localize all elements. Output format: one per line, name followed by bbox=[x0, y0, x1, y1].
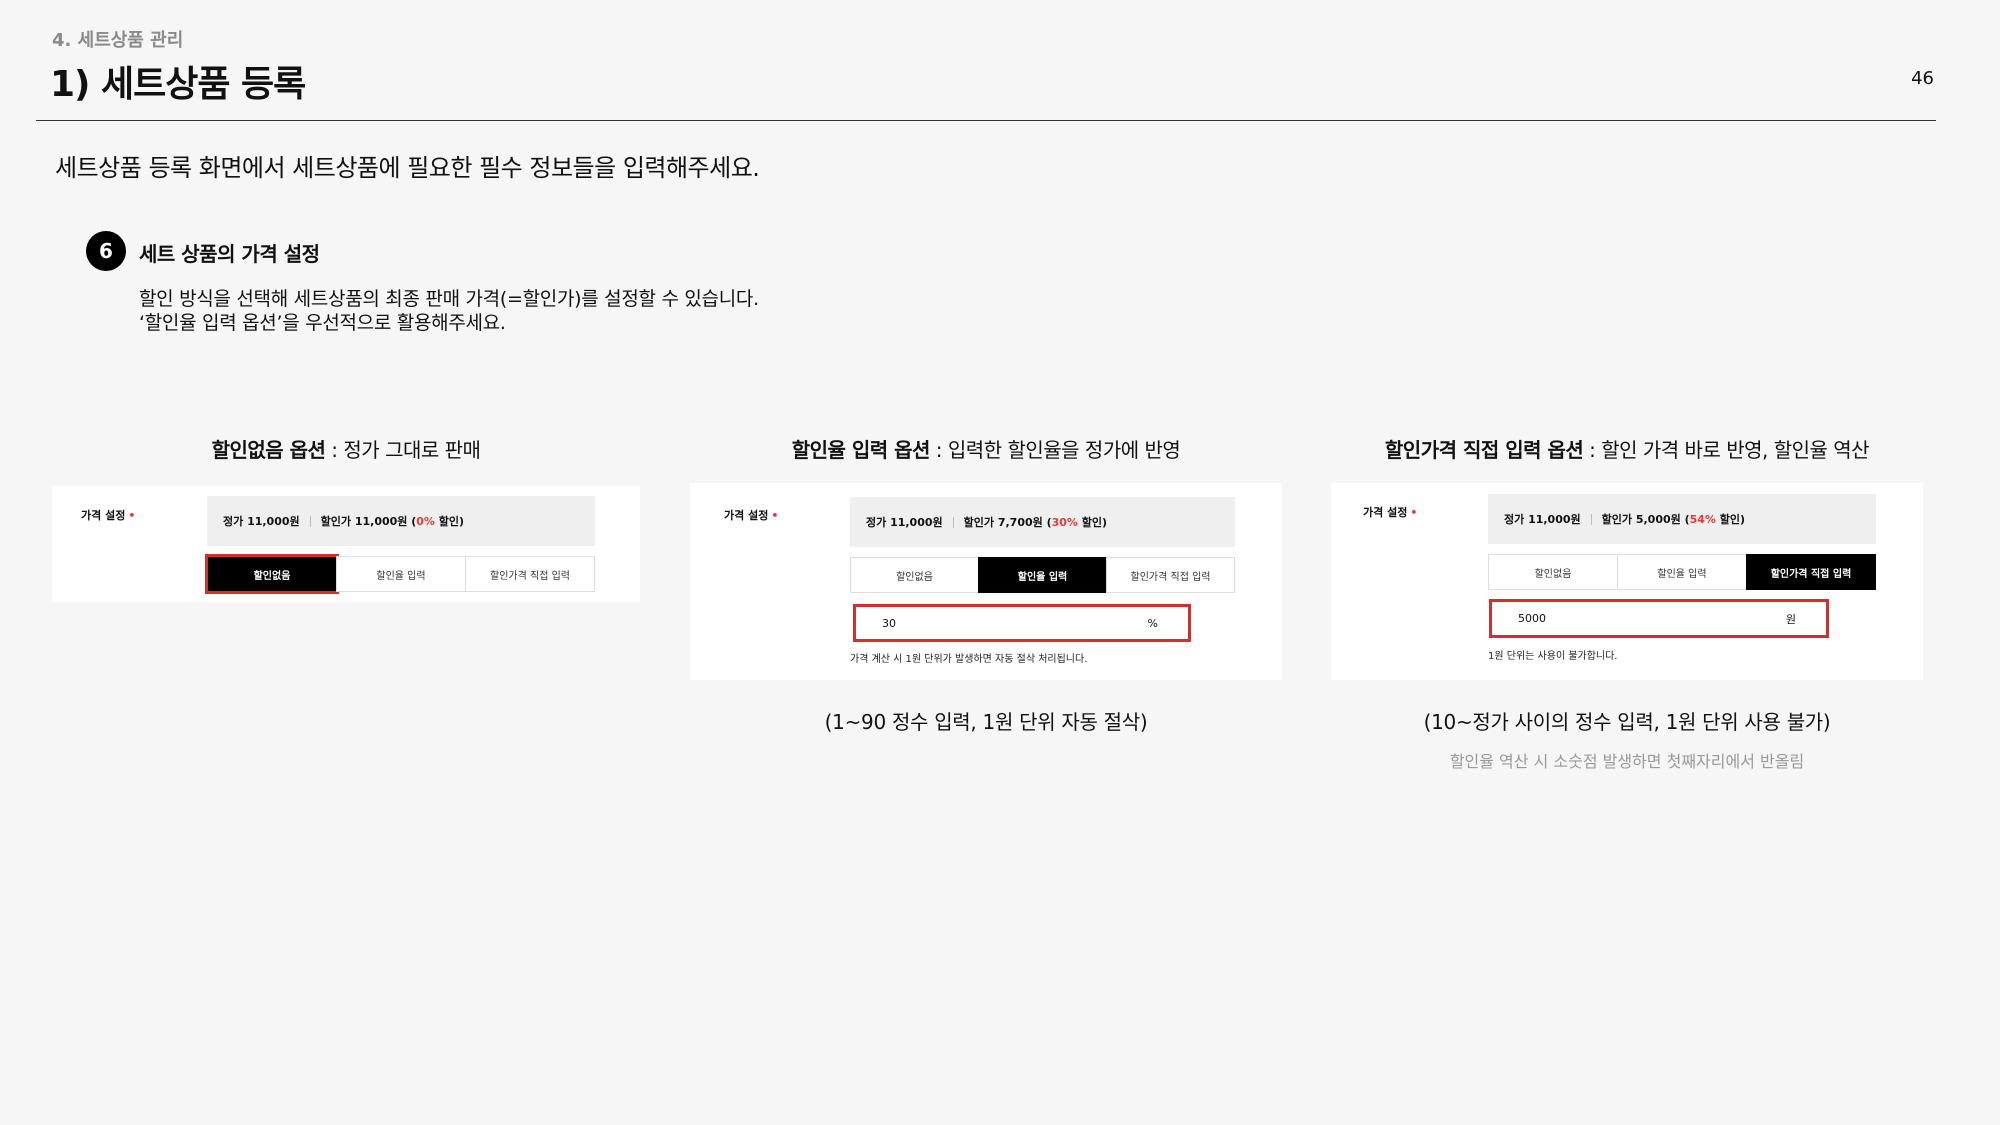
tab-discount-rate[interactable]: 할인율 입력 bbox=[336, 556, 466, 592]
sale-price-input[interactable]: 5000 원 bbox=[1489, 599, 1829, 638]
price-setting-panel: 가격 설정 • 정가 11,000원 할인가 11,000원 (0% 할인) 할인… bbox=[52, 486, 640, 602]
option-heading-no-discount: 할인없음 옵션 : 정가 그대로 판매 bbox=[52, 434, 640, 463]
tab-discount-rate[interactable]: 할인율 입력 bbox=[978, 557, 1107, 593]
price-summary: 정가 11,000원 할인가 7,700원 (30% 할인) bbox=[850, 497, 1235, 547]
input-value: 5000 bbox=[1518, 612, 1546, 625]
option-caption: (1~90 정수 입력, 1원 단위 자동 절삭) bbox=[824, 710, 1148, 734]
tab-direct-price[interactable]: 할인가격 직접 입력 bbox=[465, 556, 595, 592]
input-hint: 1원 단위는 사용이 불가합니다. bbox=[1488, 651, 1618, 662]
option-heading-desc: : 입력한 할인율을 정가에 반영 bbox=[929, 438, 1181, 462]
intro-text: 세트상품 등록 화면에서 세트상품에 필요한 필수 정보들을 입력해주세요. bbox=[55, 154, 760, 182]
input-hint: 가격 계산 시 1원 단위가 발생하면 자동 절삭 처리됩니다. bbox=[850, 654, 1088, 665]
section-label: 4. 세트상품 관리 bbox=[52, 30, 184, 51]
page-title: 1) 세트상품 등록 bbox=[50, 64, 306, 105]
tab-discount-rate[interactable]: 할인율 입력 bbox=[1617, 554, 1747, 590]
price-setting-label: 가격 설정 • bbox=[724, 507, 778, 523]
price-setting-panel: 가격 설정 • 정가 11,000원 할인가 7,700원 (30% 할인) 할인… bbox=[690, 483, 1282, 680]
page-number: 46 bbox=[1911, 68, 1934, 89]
option-heading-direct-price: 할인가격 직접 입력 옵션 : 할인 가격 바로 반영, 할인율 역산 bbox=[1331, 434, 1923, 463]
step-description-line: ‘할인율 입력 옵션’을 우선적으로 활용해주세요. bbox=[139, 312, 506, 334]
discount-percent: 30% bbox=[1051, 516, 1078, 529]
list-price: 정가 11,000원 bbox=[223, 515, 300, 528]
list-price: 정가 11,000원 bbox=[866, 516, 943, 529]
sale-price: 할인가 5,000원 (54% 할인) bbox=[1601, 513, 1746, 526]
price-setting-label: 가격 설정 • bbox=[1363, 504, 1417, 520]
field-label-text: 가격 설정 bbox=[1363, 506, 1408, 519]
sale-price: 할인가 11,000원 (0% 할인) bbox=[320, 515, 465, 528]
option-caption: (10~정가 사이의 정수 입력, 1원 단위 사용 불가) bbox=[1423, 710, 1831, 734]
input-value: 30 bbox=[882, 616, 896, 630]
price-setting-label: 가격 설정 • bbox=[81, 507, 135, 523]
summary-separator bbox=[1590, 513, 1592, 525]
tab-direct-price[interactable]: 할인가격 직접 입력 bbox=[1746, 554, 1876, 590]
header-divider bbox=[36, 120, 1936, 121]
list-price: 정가 11,000원 bbox=[1504, 513, 1581, 526]
option-heading-bold: 할인가격 직접 입력 옵션 bbox=[1384, 438, 1584, 462]
tab-no-discount[interactable]: 할인없음 bbox=[1488, 554, 1618, 590]
step-description-line: 할인 방식을 선택해 세트상품의 최종 판매 가격(=할인가)를 설정할 수 있… bbox=[139, 288, 759, 310]
required-mark: • bbox=[128, 509, 136, 522]
tab-no-discount[interactable]: 할인없음 bbox=[205, 554, 339, 594]
required-mark: • bbox=[1410, 506, 1418, 519]
input-unit: 원 bbox=[1785, 612, 1796, 626]
discount-percent: 54% bbox=[1689, 513, 1716, 526]
option-heading-bold: 할인율 입력 옵션 bbox=[791, 438, 931, 462]
field-label-text: 가격 설정 bbox=[81, 509, 126, 522]
discount-type-tabs: 할인없음 할인율 입력 할인가격 직접 입력 bbox=[1488, 554, 1876, 590]
discount-type-tabs: 할인없음 할인율 입력 할인가격 직접 입력 bbox=[850, 557, 1235, 593]
summary-separator bbox=[309, 515, 311, 527]
price-summary: 정가 11,000원 할인가 5,000원 (54% 할인) bbox=[1488, 494, 1876, 544]
input-unit: % bbox=[1147, 616, 1158, 630]
step-title: 세트 상품의 가격 설정 bbox=[139, 242, 320, 266]
discount-type-tabs: 할인없음 할인율 입력 할인가격 직접 입력 bbox=[205, 554, 595, 594]
price-summary: 정가 11,000원 할인가 11,000원 (0% 할인) bbox=[207, 496, 595, 546]
field-label-text: 가격 설정 bbox=[724, 509, 769, 522]
step-number-badge: 6 bbox=[86, 231, 126, 271]
rounding-note: 할인율 역산 시 소숫점 발생하면 첫째자리에서 반올림 bbox=[1449, 752, 1805, 771]
discount-percent: 0% bbox=[416, 515, 435, 528]
step-description: 할인 방식을 선택해 세트상품의 최종 판매 가격(=할인가)를 설정할 수 있… bbox=[139, 287, 759, 335]
option-heading-desc: : 정가 그대로 판매 bbox=[325, 438, 481, 462]
tab-no-discount[interactable]: 할인없음 bbox=[850, 557, 979, 593]
option-heading-bold: 할인없음 옵션 bbox=[211, 438, 326, 462]
summary-separator bbox=[952, 516, 954, 528]
sale-price: 할인가 7,700원 (30% 할인) bbox=[963, 516, 1108, 529]
discount-rate-input[interactable]: 30 % bbox=[853, 604, 1191, 642]
tab-direct-price[interactable]: 할인가격 직접 입력 bbox=[1106, 557, 1235, 593]
price-setting-panel: 가격 설정 • 정가 11,000원 할인가 5,000원 (54% 할인) 할인… bbox=[1331, 483, 1923, 680]
option-heading-desc: : 할인 가격 바로 반영, 할인율 역산 bbox=[1583, 438, 1870, 462]
required-mark: • bbox=[771, 509, 779, 522]
option-heading-discount-rate: 할인율 입력 옵션 : 입력한 할인율을 정가에 반영 bbox=[690, 434, 1282, 463]
